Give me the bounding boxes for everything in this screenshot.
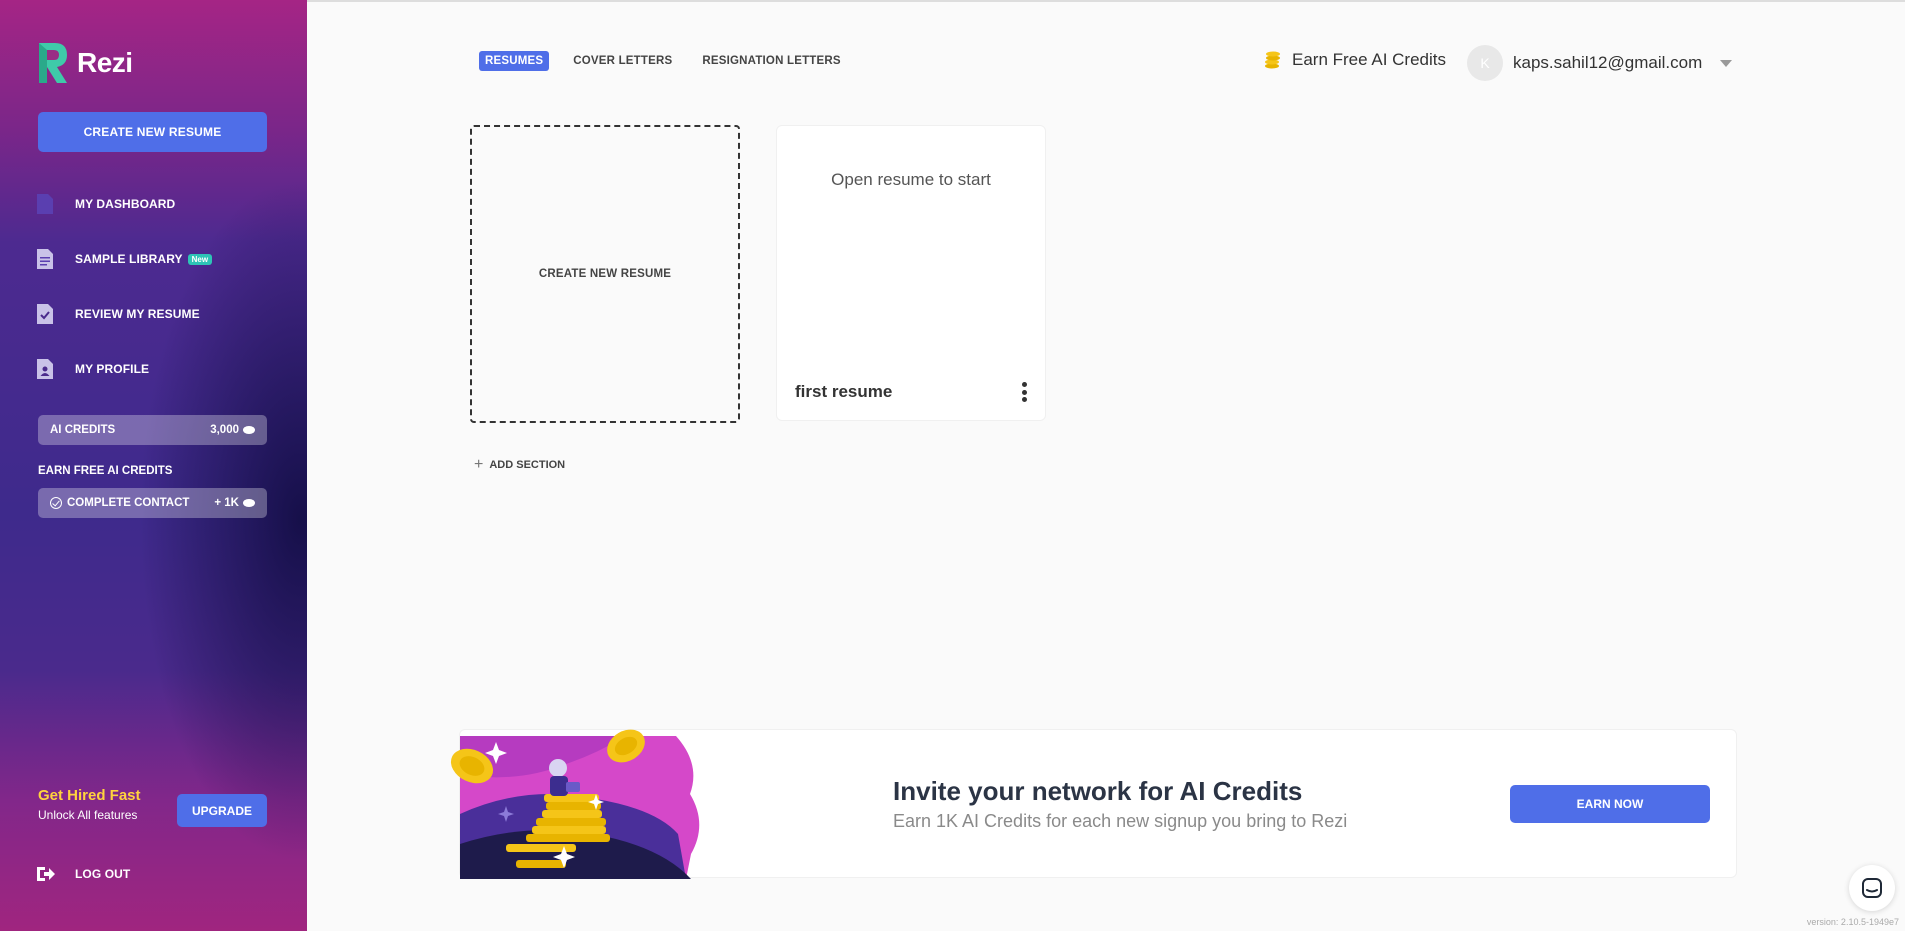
ai-credits-value-wrap: 3,000 bbox=[210, 424, 255, 436]
complete-contact-label-wrap: COMPLETE CONTACT bbox=[50, 496, 190, 510]
upgrade-promo: Get Hired Fast Unlock All features bbox=[38, 787, 141, 822]
create-new-resume-card[interactable]: CREATE NEW RESUME bbox=[470, 125, 740, 423]
upgrade-button[interactable]: UPGRADE bbox=[177, 794, 267, 827]
list-document-icon bbox=[37, 249, 53, 269]
earn-free-credits-link[interactable]: Earn Free AI Credits bbox=[1262, 50, 1446, 70]
astronaut-coins-illustration bbox=[450, 729, 700, 879]
coin-icon bbox=[243, 425, 255, 434]
resume-card[interactable]: Open resume to start first resume bbox=[776, 125, 1046, 421]
sidebar-item-label: SAMPLE LIBRARY bbox=[75, 252, 183, 266]
top-border bbox=[307, 0, 1905, 2]
promo-subtitle: Unlock All features bbox=[38, 808, 138, 822]
ai-credits-value: 3,000 bbox=[210, 424, 239, 436]
document-icon bbox=[37, 194, 53, 214]
version-label: version: 2.10.5-1949e7 bbox=[1806, 917, 1899, 927]
plus-icon: + bbox=[474, 456, 484, 473]
sidebar-item-profile[interactable]: MY PROFILE bbox=[37, 357, 149, 381]
sidebar-item-sample-library[interactable]: SAMPLE LIBRARY New bbox=[37, 247, 213, 271]
coin-icon bbox=[243, 498, 255, 507]
sidebar-item-label: MY PROFILE bbox=[75, 362, 150, 376]
earn-credits-heading: EARN FREE AI CREDITS bbox=[38, 465, 173, 477]
add-section-label: ADD SECTION bbox=[489, 459, 566, 471]
logout-icon bbox=[37, 867, 55, 881]
resume-card-hint: Open resume to start bbox=[831, 170, 991, 189]
chevron-down-icon bbox=[1720, 59, 1733, 67]
complete-contact-button[interactable]: COMPLETE CONTACT + 1K bbox=[38, 488, 267, 518]
earn-free-credits-label: Earn Free AI Credits bbox=[1292, 50, 1447, 69]
complete-contact-label: COMPLETE CONTACT bbox=[67, 497, 190, 510]
logout-label: LOG OUT bbox=[75, 867, 131, 881]
app-name: Rezi bbox=[77, 47, 133, 78]
avatar: K bbox=[1467, 45, 1503, 81]
more-options-icon[interactable] bbox=[1021, 382, 1027, 402]
sidebar-item-label: MY DASHBOARD bbox=[75, 197, 176, 211]
promo-title: Get Hired Fast bbox=[38, 787, 141, 804]
sidebar-item-label: REVIEW MY RESUME bbox=[75, 307, 200, 321]
add-section-button[interactable]: + ADD SECTION bbox=[474, 456, 565, 474]
profile-document-icon bbox=[37, 359, 53, 379]
sidebar: Rezi CREATE NEW RESUME MY DASHBOARD SAMP… bbox=[0, 0, 307, 931]
new-badge: New bbox=[187, 253, 213, 265]
coins-icon bbox=[1265, 51, 1280, 69]
resume-card-title: first resume bbox=[795, 382, 893, 401]
ai-credits-bar[interactable]: AI CREDITS 3,000 bbox=[38, 415, 267, 445]
rezi-logo[interactable]: Rezi bbox=[37, 41, 133, 85]
document-tabs: RESUMES COVER LETTERS RESIGNATION LETTER… bbox=[479, 51, 865, 71]
rezi-logo-icon bbox=[39, 43, 67, 83]
ai-credits-label: AI CREDITS bbox=[50, 424, 116, 436]
banner-subtitle: Earn 1K AI Credits for each new signup y… bbox=[893, 811, 1348, 831]
complete-contact-value-wrap: + 1K bbox=[214, 497, 255, 509]
logout-button[interactable]: LOG OUT bbox=[37, 866, 130, 882]
banner-title: Invite your network for AI Credits bbox=[893, 776, 1303, 806]
tab-resumes[interactable]: RESUMES bbox=[479, 51, 550, 71]
complete-contact-value: + 1K bbox=[214, 497, 239, 509]
invite-banner: Invite your network for AI Credits Earn … bbox=[450, 729, 1737, 879]
check-circle-icon bbox=[50, 496, 62, 509]
sidebar-item-dashboard[interactable]: MY DASHBOARD bbox=[37, 192, 175, 216]
chat-icon bbox=[1862, 878, 1882, 898]
check-document-icon bbox=[37, 304, 53, 324]
user-email: kaps.sahil12@gmail.com bbox=[1513, 53, 1703, 72]
chat-support-button[interactable] bbox=[1849, 865, 1895, 911]
sidebar-item-review-resume[interactable]: REVIEW MY RESUME bbox=[37, 302, 200, 326]
account-menu[interactable]: K kaps.sahil12@gmail.com bbox=[1467, 45, 1733, 81]
earn-now-button[interactable]: EARN NOW bbox=[1510, 785, 1710, 823]
tab-resignation-letters[interactable]: RESIGNATION LETTERS bbox=[696, 51, 846, 71]
tab-cover-letters[interactable]: COVER LETTERS bbox=[567, 51, 678, 71]
create-new-resume-button[interactable]: CREATE NEW RESUME bbox=[38, 112, 267, 152]
